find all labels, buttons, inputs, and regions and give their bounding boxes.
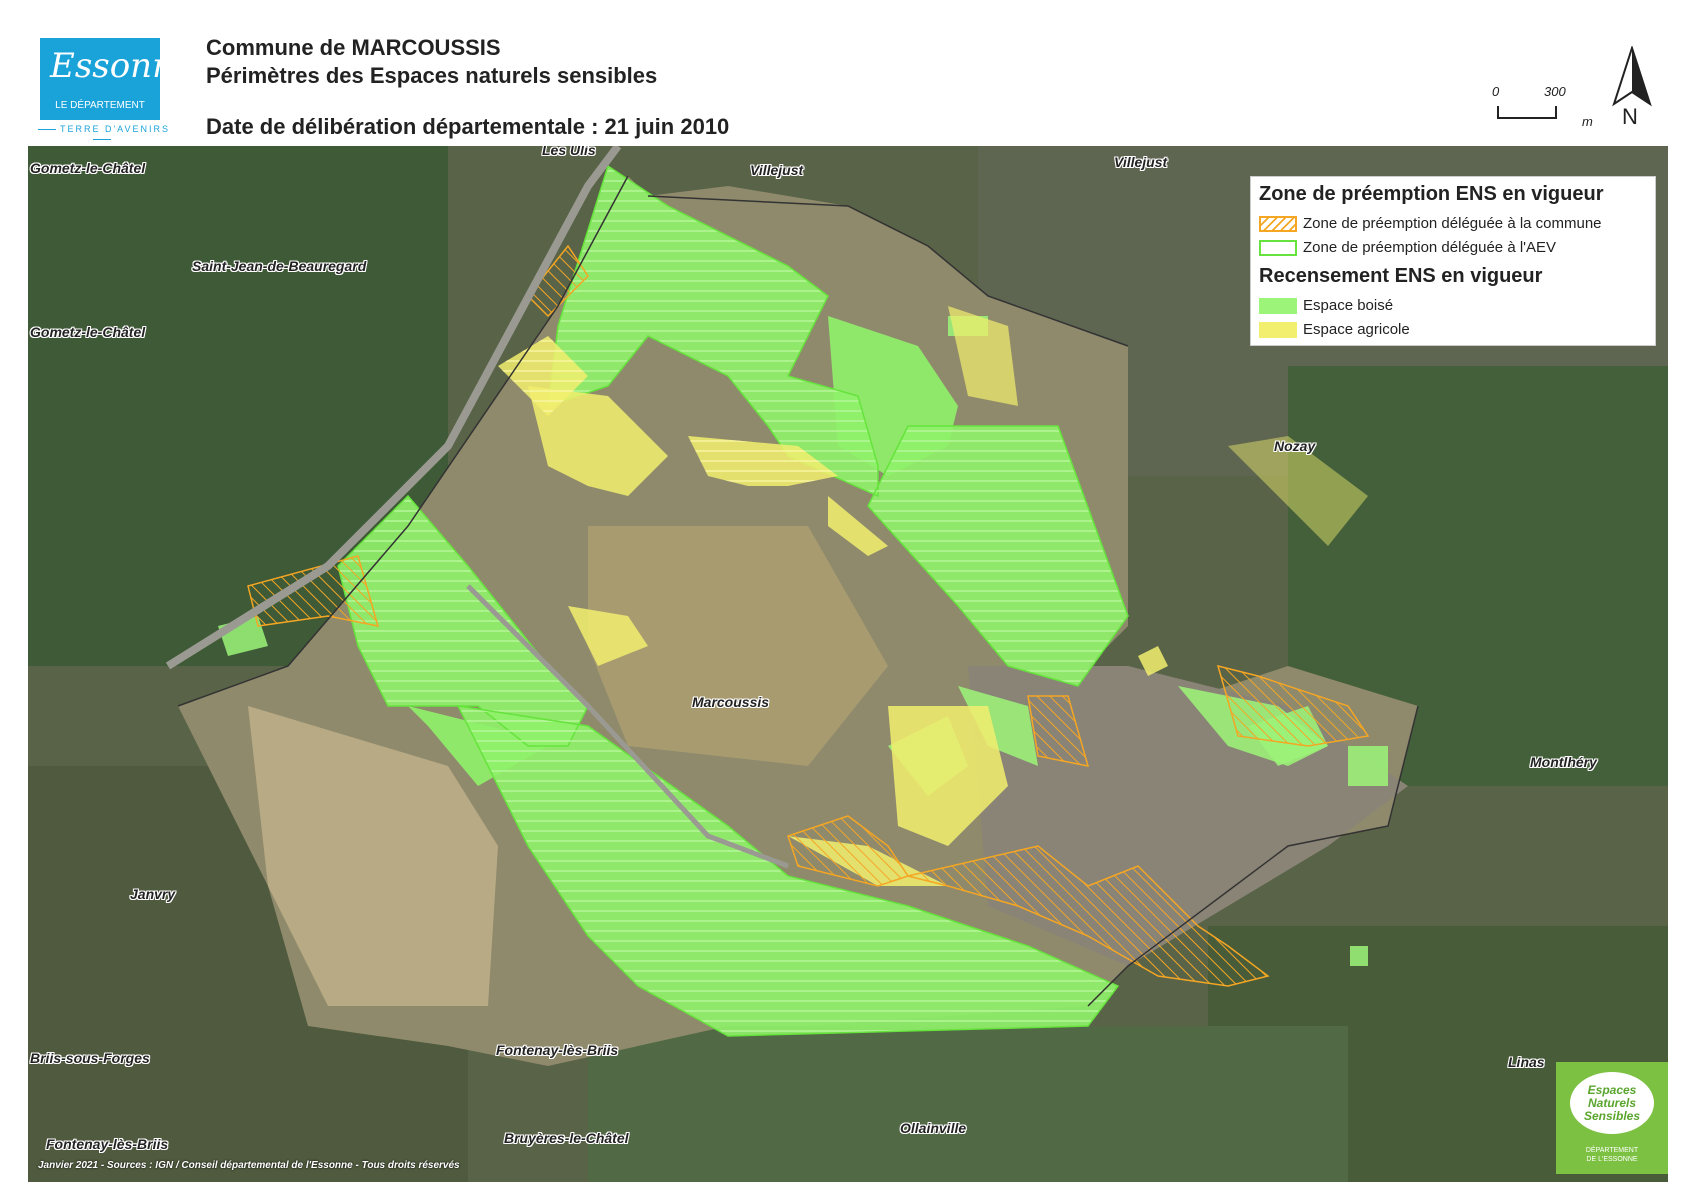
legend-swatch-agricole — [1259, 322, 1297, 339]
ens-line-3: Sensibles — [1583, 1109, 1641, 1123]
legend-swatch-boise — [1259, 298, 1297, 315]
ens-logo-text: Espaces Naturels Sensibles — [1556, 1084, 1668, 1123]
place-montlhery: Montlhéry — [1530, 754, 1597, 770]
place-fontenay-les-briis-2: Fontenay-lès-Briis — [46, 1136, 169, 1152]
north-arrow-icon: N — [1612, 44, 1652, 130]
ens-sub-1: DÉPARTEMENT — [1585, 1147, 1639, 1154]
logo-script: Essonne — [50, 46, 195, 86]
legend-item-boise: Espace boisé — [1259, 297, 1393, 315]
logo-tagline: TERRE D'AVENIRS — [32, 124, 172, 144]
legend-label-boise: Espace boisé — [1303, 297, 1394, 314]
place-villejust-1: Villejust — [750, 162, 804, 178]
place-bruyeres-le-chatel: Bruyères-le-Châtel — [504, 1130, 629, 1146]
title-line-2: Périmètres des Espaces naturels sensible… — [206, 63, 658, 88]
scale-bar: 0 300 m — [1492, 84, 1593, 130]
legend-item-agricole: Espace agricole — [1259, 321, 1410, 339]
ens-sub-2: DE L'ESSONNE — [1586, 1156, 1638, 1163]
place-ollainville: Ollainville — [900, 1120, 967, 1136]
essonne-logo: Essonne LE DÉPARTEMENT — [40, 38, 195, 120]
scale-unit: m — [1582, 114, 1593, 129]
legend-swatch-commune — [1259, 216, 1297, 233]
place-marcoussis: Marcoussis — [692, 694, 770, 710]
legend-item-aev: Zone de préemption déléguée à l'AEV — [1259, 239, 1556, 257]
legend-label-agricole: Espace agricole — [1303, 321, 1410, 338]
place-briis-sous-forges: Briis-sous-Forges — [30, 1050, 150, 1066]
map-credits: Janvier 2021 - Sources : IGN / Conseil d… — [38, 1160, 460, 1171]
map-legend: Zone de préemption ENS en vigueur Zone d… — [1250, 176, 1656, 346]
espaces-naturels-sensibles-logo: Espaces Naturels Sensibles DÉPARTEMENT D… — [1556, 1062, 1668, 1174]
logo-subtitle: LE DÉPARTEMENT — [55, 100, 145, 111]
place-les-ulis: Les Ulis — [542, 146, 596, 158]
place-linas: Linas — [1508, 1054, 1545, 1070]
legend-heading-zone: Zone de préemption ENS en vigueur — [1259, 183, 1604, 205]
map-title: Commune de MARCOUSSIS Périmètres des Esp… — [206, 34, 657, 90]
place-gometz-le-chatel-1: Gometz-le-Châtel — [30, 160, 146, 176]
legend-heading-recensement: Recensement ENS en vigueur — [1259, 265, 1543, 287]
place-fontenay-les-briis-1: Fontenay-lès-Briis — [496, 1042, 619, 1058]
deliberation-date: Date de délibération départementale : 21… — [206, 114, 730, 139]
scale-bar-line — [1497, 106, 1557, 119]
legend-label-aev: Zone de préemption déléguée à l'AEV — [1303, 239, 1557, 256]
place-villejust-2: Villejust — [1114, 154, 1168, 170]
title-line-1: Commune de MARCOUSSIS — [206, 35, 501, 60]
legend-swatch-aev — [1259, 240, 1297, 257]
place-janvry: Janvry — [130, 886, 176, 902]
place-saint-jean-de-beauregard: Saint-Jean-de-Beauregard — [192, 258, 367, 274]
map-area[interactable]: Gometz-le-Châtel Les Ulis Villejust Vill… — [28, 146, 1668, 1182]
legend-label-commune: Zone de préemption déléguée à la commune — [1303, 215, 1602, 232]
legend-item-commune: Zone de préemption déléguée à la commune — [1259, 215, 1602, 233]
ens-logo-sub: DÉPARTEMENT DE L'ESSONNE — [1556, 1146, 1668, 1164]
place-nozay: Nozay — [1274, 438, 1316, 454]
place-gometz-le-chatel-2: Gometz-le-Châtel — [30, 324, 146, 340]
north-label: N — [1622, 104, 1638, 129]
